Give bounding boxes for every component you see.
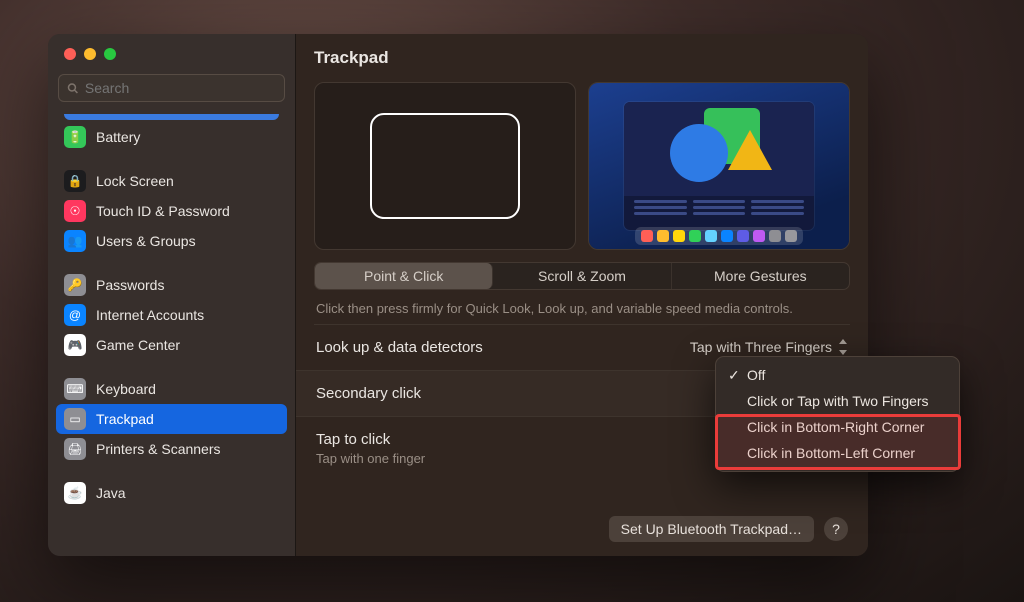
secondary-click-menu[interactable]: ✓OffClick or Tap with Two FingersClick i…: [715, 356, 960, 472]
sidebar-item-printers-scanners[interactable]: 🖨 Printers & Scanners: [56, 434, 287, 464]
tab-bar: Point & ClickScroll & ZoomMore Gestures: [314, 262, 850, 290]
game-center-icon: 🎮: [64, 334, 86, 356]
help-button[interactable]: ?: [824, 517, 848, 541]
tab-more-gestures[interactable]: More Gestures: [672, 263, 849, 289]
sidebar-item-label: Users & Groups: [96, 233, 196, 249]
sidebar-item-label: Game Center: [96, 337, 180, 353]
sidebar-item-touch-id-password[interactable]: ☉ Touch ID & Password: [56, 196, 287, 226]
menu-item-click-or-tap-with-two-fingers[interactable]: Click or Tap with Two Fingers: [721, 388, 954, 414]
sidebar-item-java[interactable]: ☕ Java: [56, 478, 287, 508]
sidebar-item-label: Lock Screen: [96, 173, 174, 189]
sidebar-item-label: Keyboard: [96, 381, 156, 397]
sidebar-item-label: Battery: [96, 129, 140, 145]
setup-bluetooth-trackpad-button[interactable]: Set Up Bluetooth Trackpad…: [609, 516, 814, 542]
menu-item-click-in-bottom-left-corner[interactable]: Click in Bottom-Left Corner: [721, 440, 954, 466]
sidebar-item-game-center[interactable]: 🎮 Game Center: [56, 330, 287, 360]
sidebar-item-internet-accounts[interactable]: @ Internet Accounts: [56, 300, 287, 330]
close-icon[interactable]: [64, 48, 76, 60]
users-groups-icon: 👥: [64, 230, 86, 252]
tab-scroll-zoom[interactable]: Scroll & Zoom: [493, 263, 671, 289]
menu-item-off[interactable]: ✓Off: [721, 362, 954, 388]
menu-item-click-in-bottom-right-corner[interactable]: Click in Bottom-Right Corner: [721, 414, 954, 440]
tab-point-click[interactable]: Point & Click: [315, 263, 493, 289]
gesture-result-preview: [588, 82, 850, 250]
sidebar-item-label: Java: [96, 485, 126, 501]
sidebar-item-trackpad[interactable]: ▭ Trackpad: [56, 404, 287, 434]
trackpad-outline-icon: [370, 113, 520, 219]
trackpad-animation-preview: [314, 82, 576, 250]
sidebar-item-keyboard[interactable]: ⌨ Keyboard: [56, 374, 287, 404]
search-field[interactable]: [58, 74, 285, 102]
java-icon: ☕: [64, 482, 86, 504]
internet-accounts-icon: @: [64, 304, 86, 326]
window-controls: [48, 34, 295, 74]
passwords-icon: 🔑: [64, 274, 86, 296]
page-title: Trackpad: [296, 34, 868, 82]
sidebar-item-label: Passwords: [96, 277, 164, 293]
main-pane: Trackpad Point & ClickScroll & ZoomMore …: [296, 34, 868, 556]
secondary-click-label: Secondary click: [316, 385, 421, 402]
sidebar: 🔋 Battery 🔒 Lock Screen ☉ Touch ID & Password…: [48, 34, 296, 556]
sidebar-item-label: Trackpad: [96, 411, 154, 427]
sidebar-item-passwords[interactable]: 🔑 Passwords: [56, 270, 287, 300]
trackpad-icon: ▭: [64, 408, 86, 430]
dock-preview: [635, 227, 803, 245]
search-icon: [67, 82, 79, 95]
search-input[interactable]: [85, 80, 276, 96]
sidebar-item-lock-screen[interactable]: 🔒 Lock Screen: [56, 166, 287, 196]
sidebar-item-users-groups[interactable]: 👥 Users & Groups: [56, 226, 287, 256]
sidebar-item-label: Touch ID & Password: [96, 203, 230, 219]
keyboard-icon: ⌨: [64, 378, 86, 400]
lock-screen-icon: 🔒: [64, 170, 86, 192]
sidebar-list: 🔋 Battery 🔒 Lock Screen ☉ Touch ID & Password…: [48, 112, 295, 548]
tap-to-click-sub: Tap with one finger: [316, 451, 425, 466]
sidebar-item-battery[interactable]: 🔋 Battery: [56, 122, 287, 152]
zoom-icon[interactable]: [104, 48, 116, 60]
tap-to-click-label: Tap to click: [316, 431, 425, 448]
touch-id-password-icon: ☉: [64, 200, 86, 222]
printers-scanners-icon: 🖨: [64, 438, 86, 460]
battery-icon: 🔋: [64, 126, 86, 148]
chevron-updown-icon: [837, 339, 848, 355]
lookup-label: Look up & data detectors: [316, 339, 483, 356]
system-settings-window: 🔋 Battery 🔒 Lock Screen ☉ Touch ID & Password…: [48, 34, 868, 556]
sidebar-peek-above: [64, 114, 279, 120]
sidebar-item-label: Internet Accounts: [96, 307, 204, 323]
setting-description: Click then press firmly for Quick Look, …: [314, 298, 850, 324]
minimize-icon[interactable]: [84, 48, 96, 60]
lookup-dropdown[interactable]: Tap with Three Fingers: [690, 339, 848, 355]
check-icon: ✓: [728, 367, 740, 384]
sidebar-item-label: Printers & Scanners: [96, 441, 221, 457]
